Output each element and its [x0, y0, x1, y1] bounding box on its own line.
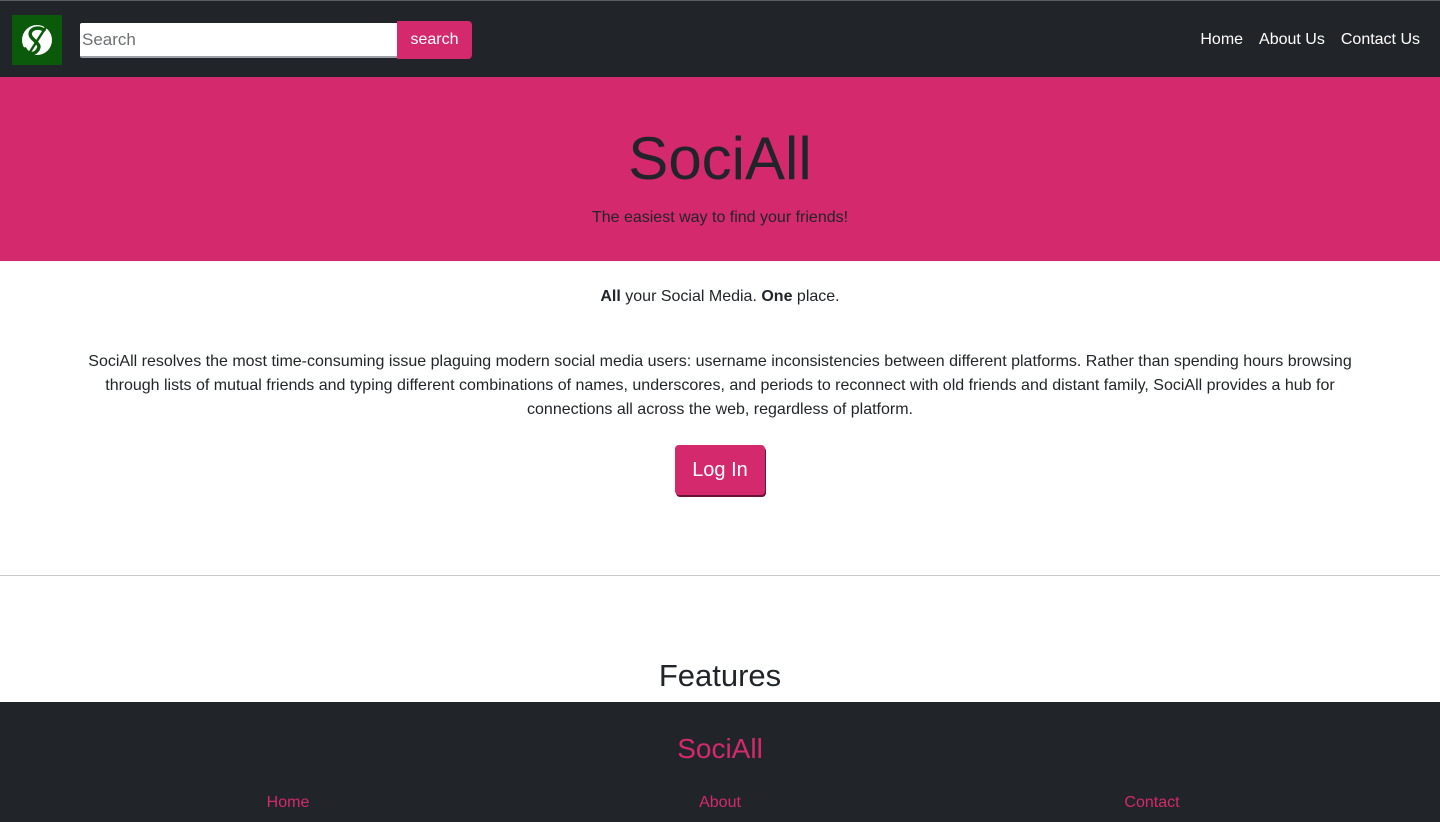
- section-divider: [0, 575, 1440, 576]
- top-navbar: search Home About Us Contact Us: [0, 0, 1440, 77]
- footer-link-about[interactable]: About: [620, 792, 820, 814]
- search-button[interactable]: search: [397, 21, 472, 59]
- tagline-text-2: place.: [792, 288, 840, 305]
- hero-title: SociAll: [628, 125, 812, 192]
- tagline-all: All: [600, 288, 621, 305]
- log-in-button[interactable]: Log In: [675, 445, 765, 495]
- description-paragraph: SociAll resolves the most time-consuming…: [88, 353, 1352, 418]
- tagline: All your Social Media. One place.: [0, 286, 1440, 308]
- brand-logo[interactable]: [12, 15, 62, 65]
- nav-link-about-us[interactable]: About Us: [1259, 29, 1325, 51]
- footer-link-home[interactable]: Home: [188, 792, 388, 814]
- footer-link-contact[interactable]: Contact: [1052, 792, 1252, 814]
- tagline-one: One: [761, 288, 793, 305]
- hero-banner: SociAll The easiest way to find your fri…: [0, 77, 1440, 261]
- footer-brand: SociAll: [677, 733, 763, 764]
- footer: SociAll Home About Contact: [0, 702, 1440, 822]
- features-heading: Features: [658, 658, 782, 693]
- nav-links: Home About Us Contact Us: [1200, 29, 1420, 51]
- nav-link-contact-us[interactable]: Contact Us: [1341, 29, 1420, 51]
- search-input[interactable]: [80, 23, 397, 58]
- tagline-text-1: your Social Media.: [620, 288, 762, 305]
- hero-subtitle: The easiest way to find your friends!: [591, 209, 849, 226]
- nav-link-home[interactable]: Home: [1200, 29, 1243, 51]
- socialall-s-logo-icon: [22, 25, 52, 56]
